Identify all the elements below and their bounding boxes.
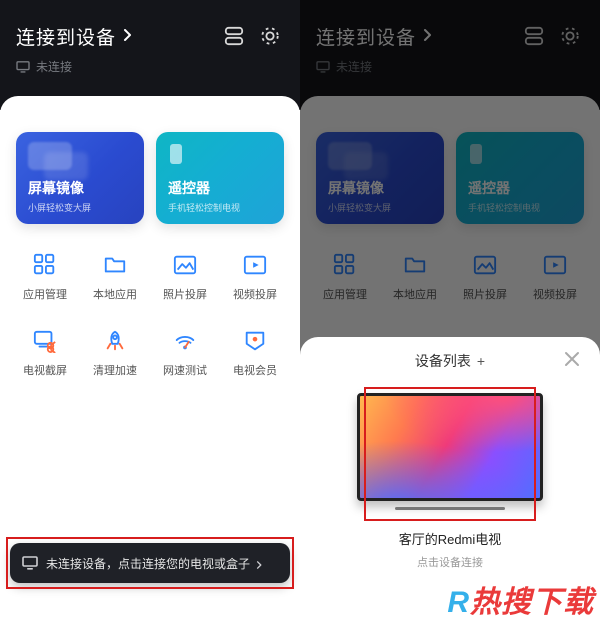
grid-label: 网速测试	[163, 362, 207, 378]
grid-label: 视频投屏	[233, 286, 277, 302]
grid-label: 本地应用	[93, 286, 137, 302]
card-title: 遥控器	[168, 178, 272, 198]
header: 连接到设备 未连接	[0, 0, 300, 110]
chevron-right-icon	[256, 558, 266, 568]
grid-item-video-cast[interactable]: 视频投屏	[220, 252, 290, 302]
device-name: 客厅的Redmi电视	[316, 529, 584, 548]
card-title: 屏幕镜像	[28, 178, 132, 198]
wifi-gauge-icon	[172, 328, 198, 354]
grid-label: 照片投屏	[163, 286, 207, 302]
grid-item-app-manage[interactable]: 应用管理	[10, 252, 80, 302]
rocket-icon	[102, 328, 128, 354]
grid-label: 应用管理	[23, 286, 67, 302]
phone-left: 连接到设备 未连接	[0, 0, 300, 627]
play-icon	[242, 252, 268, 278]
grid-label: 电视截屏	[23, 362, 67, 378]
card-remote[interactable]: 遥控器 手机轻松控制电视	[156, 132, 284, 224]
grid-label: 电视会员	[233, 362, 277, 378]
phone-right: 连接到设备 未连接	[300, 0, 600, 627]
chevron-right-icon	[122, 28, 138, 44]
tv-icon	[22, 556, 38, 570]
add-device-button[interactable]: +	[477, 353, 485, 369]
screenshot-icon	[32, 328, 58, 354]
grid-item-tv-vip[interactable]: 电视会员	[220, 328, 290, 378]
card-sub: 小屏轻松变大屏	[28, 201, 132, 214]
device-list-title: 设备列表	[415, 351, 471, 371]
grid-label: 清理加速	[93, 362, 137, 378]
card-sub: 手机轻松控制电视	[168, 201, 272, 214]
grid-item-speed-test[interactable]: 网速测试	[150, 328, 220, 378]
grid-item-photo-cast[interactable]: 照片投屏	[150, 252, 220, 302]
grid-icon	[32, 252, 58, 278]
header-title[interactable]: 连接到设备	[16, 23, 116, 50]
settings-gear-icon[interactable]	[256, 22, 284, 50]
connect-toast[interactable]: 未连接设备，点击连接您的电视或盒子	[10, 543, 290, 583]
grid-item-clean-boost[interactable]: 清理加速	[80, 328, 150, 378]
folder-icon	[102, 252, 128, 278]
layout-toggle-icon[interactable]	[220, 22, 248, 50]
card-screen-mirror[interactable]: 屏幕镜像 小屏轻松变大屏	[16, 132, 144, 224]
device-item[interactable]	[355, 393, 545, 513]
grid-item-tv-screenshot[interactable]: 电视截屏	[10, 328, 80, 378]
vip-tag-icon	[242, 328, 268, 354]
feature-grid: 应用管理 本地应用 照片投屏 视频投屏 电视截屏	[0, 224, 300, 378]
device-list-sheet: 设备列表 + 客厅的Redmi电视 点击设备连接	[300, 337, 600, 627]
toast-text: 未连接设备，点击连接您的电视或盒子	[46, 555, 250, 572]
device-hint: 点击设备连接	[316, 554, 584, 570]
tv-thumbnail	[357, 393, 543, 501]
grid-item-local-app[interactable]: 本地应用	[80, 252, 150, 302]
tv-icon	[16, 61, 30, 73]
header-subtitle: 未连接	[36, 58, 72, 75]
close-icon[interactable]	[564, 351, 582, 369]
image-icon	[172, 252, 198, 278]
